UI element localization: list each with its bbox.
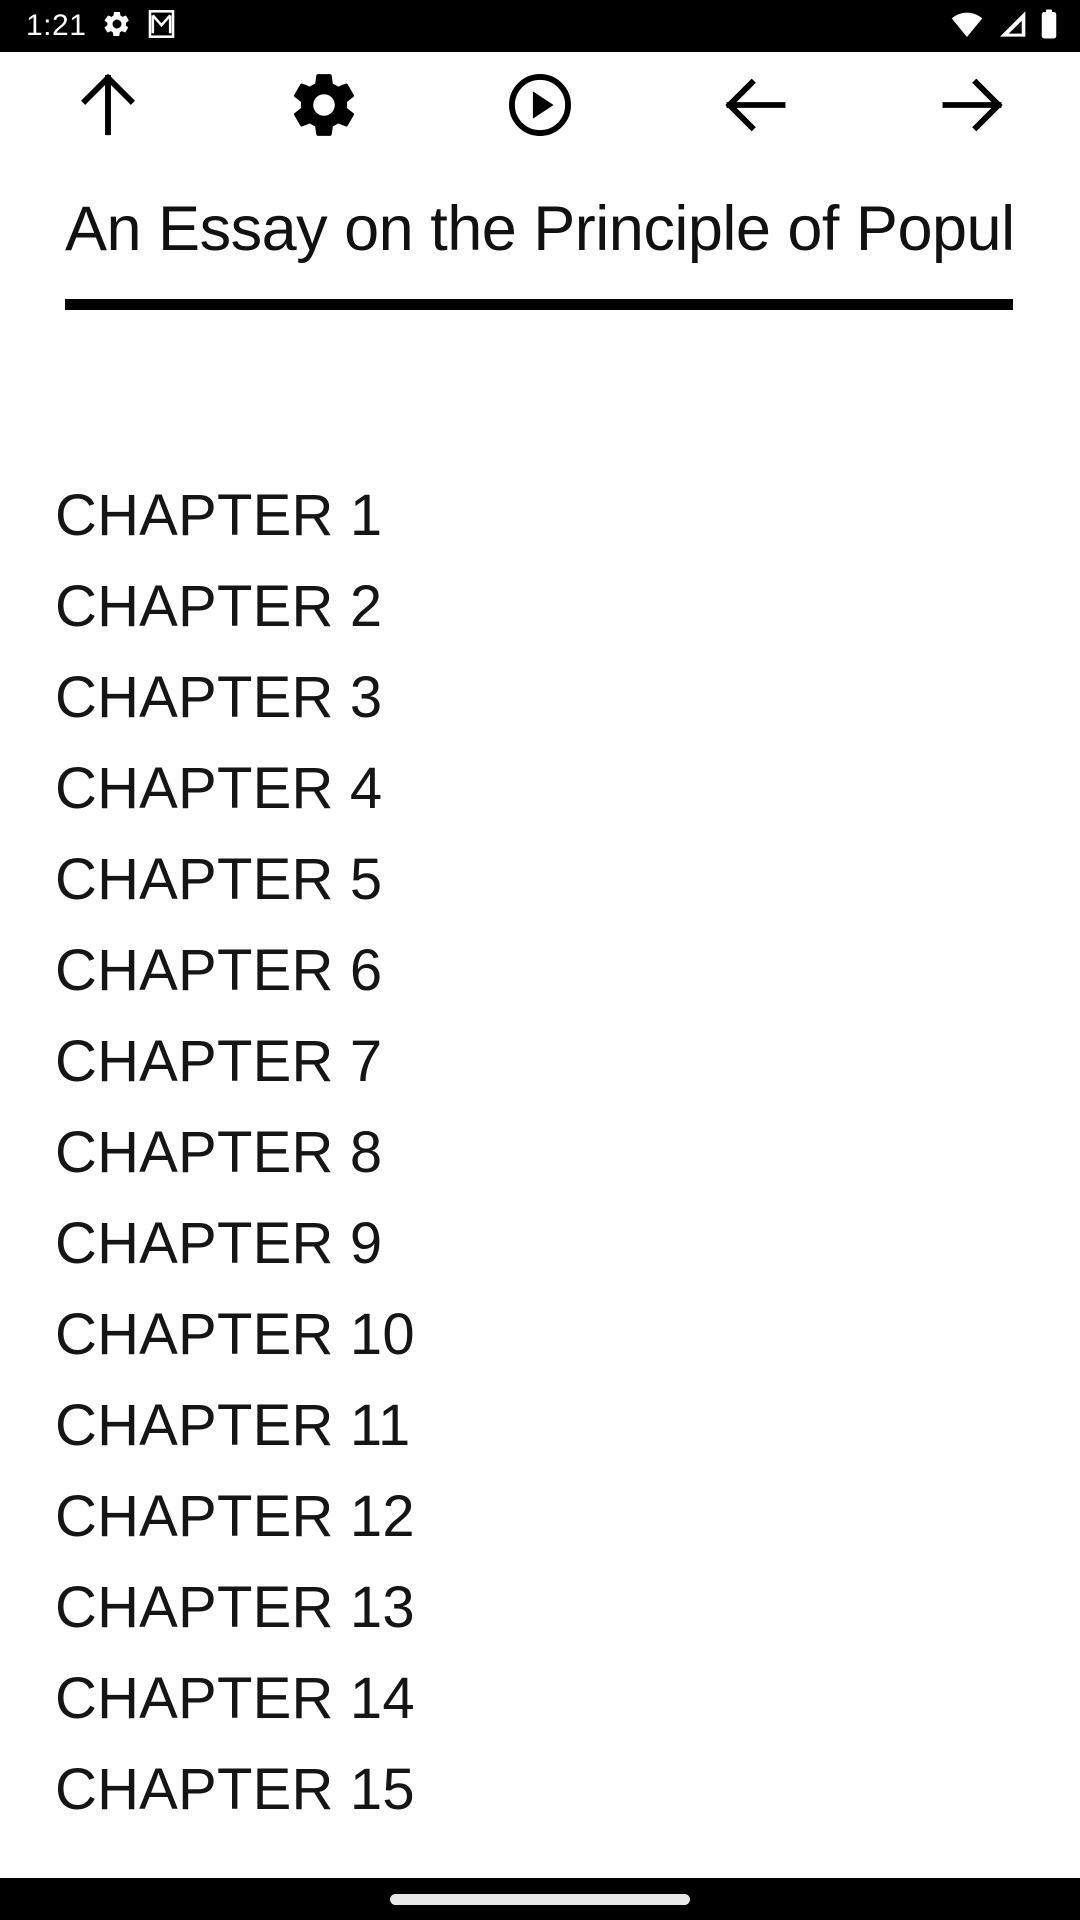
- chapter-label: CHAPTER 13: [55, 1574, 415, 1640]
- gear-icon: [102, 9, 132, 44]
- play-circle-icon: [503, 68, 577, 145]
- status-bar-clock: 1:21: [26, 9, 87, 42]
- list-item[interactable]: CHAPTER 14: [0, 1653, 1080, 1744]
- play-button[interactable]: [432, 52, 648, 160]
- list-item[interactable]: CHAPTER 7: [0, 1016, 1080, 1107]
- home-gesture-pill[interactable]: [390, 1893, 690, 1905]
- gear-icon: [287, 68, 361, 145]
- chapter-label: CHAPTER 7: [55, 1028, 383, 1094]
- list-item[interactable]: CHAPTER 11: [0, 1380, 1080, 1471]
- next-button[interactable]: [864, 52, 1080, 160]
- list-item[interactable]: CHAPTER 6: [0, 925, 1080, 1016]
- list-item[interactable]: CHAPTER 15: [0, 1744, 1080, 1835]
- list-item[interactable]: CHAPTER 13: [0, 1562, 1080, 1653]
- arrow-right-icon: [935, 68, 1009, 145]
- settings-button[interactable]: [216, 52, 432, 160]
- list-item[interactable]: CHAPTER 4: [0, 743, 1080, 834]
- chapter-label: CHAPTER 2: [55, 573, 383, 639]
- chapter-label: CHAPTER 15: [55, 1756, 415, 1822]
- chapter-label: CHAPTER 5: [55, 846, 383, 912]
- book-title-clip: An Essay on the Principle of Popul: [65, 160, 1015, 292]
- list-item[interactable]: CHAPTER 10: [0, 1289, 1080, 1380]
- list-item[interactable]: CHAPTER 1: [0, 470, 1080, 561]
- previous-button[interactable]: [648, 52, 864, 160]
- chapter-list[interactable]: CHAPTER 1 CHAPTER 2 CHAPTER 3 CHAPTER 4 …: [0, 470, 1080, 1878]
- list-item[interactable]: CHAPTER 12: [0, 1471, 1080, 1562]
- battery-icon: [1040, 9, 1058, 44]
- title-underline: [65, 299, 1013, 310]
- chapter-label: CHAPTER 8: [55, 1119, 383, 1185]
- scroll-to-top-button[interactable]: [0, 52, 216, 160]
- chapter-label: CHAPTER 10: [55, 1301, 415, 1367]
- arrow-left-icon: [719, 68, 793, 145]
- list-item[interactable]: CHAPTER 8: [0, 1107, 1080, 1198]
- arrow-up-icon: [71, 68, 145, 145]
- page-title: An Essay on the Principle of Popul: [65, 194, 1015, 264]
- list-item[interactable]: CHAPTER 3: [0, 652, 1080, 743]
- chapter-label: CHAPTER 3: [55, 664, 383, 730]
- chapter-label: CHAPTER 6: [55, 937, 383, 1003]
- gmail-icon: [148, 9, 175, 44]
- status-bar-right: [950, 9, 1058, 44]
- list-item[interactable]: CHAPTER 5: [0, 834, 1080, 925]
- chapter-label: CHAPTER 9: [55, 1210, 383, 1276]
- wifi-icon: [950, 9, 984, 44]
- chapter-label: CHAPTER 11: [55, 1392, 411, 1458]
- chapter-label: CHAPTER 12: [55, 1483, 415, 1549]
- book-title-block: An Essay on the Principle of Popul: [0, 160, 1080, 312]
- list-item[interactable]: CHAPTER 2: [0, 561, 1080, 652]
- chapter-label: CHAPTER 1: [55, 482, 383, 548]
- app-toolbar: [0, 52, 1080, 160]
- status-bar-left: 1:21: [26, 9, 175, 44]
- chapter-label: CHAPTER 14: [55, 1665, 415, 1731]
- status-bar: 1:21: [0, 0, 1080, 52]
- system-navigation-bar: [0, 1878, 1080, 1920]
- list-item[interactable]: CHAPTER 9: [0, 1198, 1080, 1289]
- chapter-label: CHAPTER 4: [55, 755, 383, 821]
- cell-signal-icon: [996, 9, 1028, 44]
